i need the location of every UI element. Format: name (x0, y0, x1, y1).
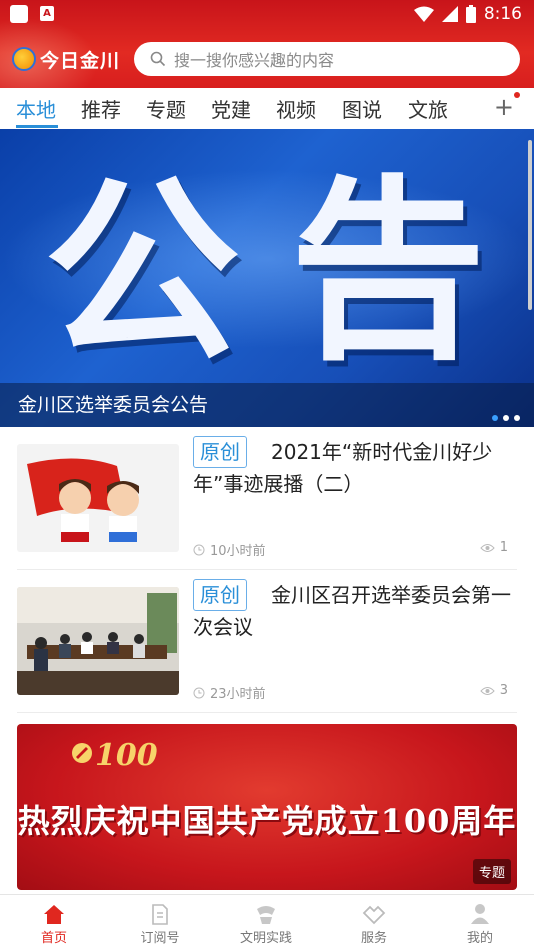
logo-icon (12, 47, 36, 71)
news-view-count: 1 (499, 540, 508, 555)
carousel-dot-1[interactable] (492, 415, 498, 421)
wifi-icon (413, 6, 434, 22)
banner-carousel[interactable]: 公 告 金川区选举委员会公告 (0, 129, 534, 427)
notification-app-icon: A (40, 6, 54, 21)
topic-label: 专题 (472, 859, 511, 884)
news-views: 3 (480, 683, 508, 698)
new-dot-badge (514, 92, 520, 98)
divider (17, 569, 517, 570)
nav-label: 订阅号 (140, 931, 180, 946)
news-view-count: 3 (499, 683, 508, 698)
tab-local[interactable]: 本地 (16, 94, 56, 123)
centenary-logo: 100 (95, 738, 158, 773)
eye-icon (480, 686, 495, 695)
news-time: 23小时前 (193, 683, 266, 702)
carousel-dots (492, 415, 520, 421)
news-time-text: 23小时前 (210, 687, 266, 702)
clock: 8:16 (483, 4, 522, 24)
carousel-dot-3[interactable] (514, 415, 520, 421)
nav-subscriptions[interactable]: 订阅号 (120, 903, 200, 946)
subscribe-icon (152, 904, 168, 925)
tab-video[interactable]: 视频 (276, 94, 316, 123)
notification-icon (10, 5, 28, 23)
user-icon (471, 904, 489, 924)
clock-icon (193, 687, 205, 698)
tab-recommend[interactable]: 推荐 (81, 94, 121, 123)
signal-icon (441, 6, 458, 22)
banner-graphic-char-2: 告 (290, 159, 487, 387)
scrollbar[interactable] (528, 140, 532, 310)
search-icon (150, 51, 166, 67)
practice-icon (257, 906, 275, 924)
bottom-navigation: 首页 订阅号 文明实践 服务 我的 (0, 894, 534, 951)
promo-banner[interactable]: 100 热烈庆祝中国共产党成立100周年 专题 (17, 724, 517, 890)
news-time-text: 10小时前 (210, 544, 266, 559)
news-item[interactable]: 金川区召开选举委员会第一次会议 原创 23小时前 3 (0, 571, 534, 713)
nav-home[interactable]: 首页 (14, 903, 94, 946)
tab-topics[interactable]: 专题 (146, 94, 186, 123)
divider (17, 712, 517, 713)
promo-headline: 热烈庆祝中国共产党成立100周年 (17, 802, 517, 840)
news-thumbnail (17, 587, 179, 695)
tab-culture-tourism[interactable]: 文旅 (408, 94, 448, 123)
news-time: 10小时前 (193, 540, 266, 559)
party-emblem-icon (72, 743, 92, 763)
search-bar[interactable]: 搜一搜你感兴趣的内容 (134, 42, 520, 76)
nav-label: 服务 (360, 931, 387, 946)
status-bar: A 8:16 (0, 0, 534, 28)
active-tab-indicator (16, 125, 58, 128)
app-logo[interactable]: 今日金川 (12, 44, 120, 74)
banner-graphic-char-1: 公 (44, 159, 241, 387)
nav-label: 首页 (40, 931, 67, 946)
eye-icon (480, 543, 495, 552)
tab-pictures[interactable]: 图说 (342, 94, 382, 123)
tab-party-building[interactable]: 党建 (211, 94, 251, 123)
news-thumbnail (17, 444, 179, 552)
app-name: 今日金川 (40, 49, 121, 72)
carousel-dot-2[interactable] (503, 415, 509, 421)
nav-profile[interactable]: 我的 (440, 903, 520, 946)
clock-icon (193, 544, 205, 555)
nav-label: 文明实践 (239, 931, 292, 946)
battery-icon (465, 5, 476, 23)
add-channel-button[interactable]: + (493, 92, 520, 121)
original-badge: 原创 (193, 579, 247, 611)
top-header: A 8:16 今日金川 搜一搜你感兴趣的内容 (0, 0, 534, 88)
nav-civilization-practice[interactable]: 文明实践 (226, 903, 306, 946)
news-item[interactable]: 2021年“新时代金川好少年”事迹展播（二） 原创 10小时前 1 (0, 428, 534, 570)
original-badge: 原创 (193, 436, 247, 468)
handshake-icon (362, 905, 386, 925)
home-icon (44, 905, 64, 924)
nav-services[interactable]: 服务 (334, 903, 414, 946)
nav-label: 我的 (466, 931, 493, 946)
plus-icon: + (493, 93, 514, 121)
channel-tabs: 本地 推荐 专题 党建 视频 图说 文旅 + (0, 88, 534, 128)
search-placeholder: 搜一搜你感兴趣的内容 (174, 51, 335, 70)
news-views: 1 (480, 540, 508, 555)
banner-caption: 金川区选举委员会公告 (18, 394, 209, 416)
